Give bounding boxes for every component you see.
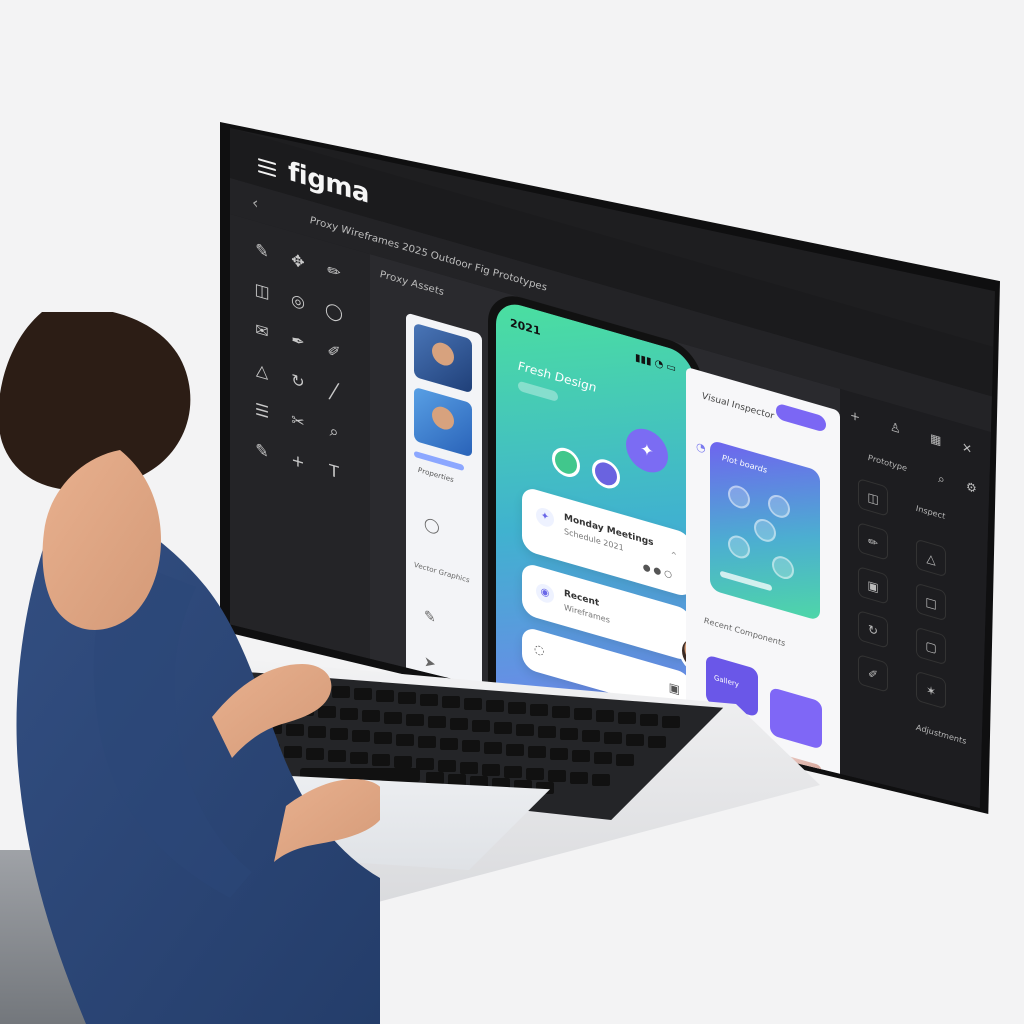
phone-time: 2021: [510, 316, 541, 339]
orb: [772, 553, 794, 582]
panel-label: Vector Graphics: [414, 560, 470, 585]
user-icon[interactable]: ♙: [890, 419, 901, 436]
orb: [754, 516, 776, 545]
preview-label: Plot boards: [722, 453, 768, 475]
avatar-card: [414, 386, 472, 458]
orb: [728, 532, 750, 562]
grid-icon[interactable]: ▦: [930, 431, 941, 448]
tile-label: Gallery: [714, 673, 739, 689]
illustration-scene: figma ‹ Proxy Wireframes 2025 Outdoor Fi…: [0, 0, 1024, 1024]
plus-icon[interactable]: +: [850, 408, 860, 425]
pencil-icon[interactable]: ✎: [424, 608, 436, 627]
refresh-icon: ◌: [534, 641, 545, 659]
close-icon[interactable]: ✕: [962, 440, 972, 457]
info-icon: ◔: [696, 439, 706, 456]
share-icon[interactable]: ✦: [626, 423, 668, 478]
frame-icon[interactable]: ◫: [858, 478, 888, 517]
pencil-icon[interactable]: ✏: [858, 522, 888, 561]
calendar-icon: ✦: [536, 505, 554, 529]
chevron-left-icon[interactable]: ‹: [252, 192, 258, 213]
list-label: Recent Components: [704, 615, 786, 649]
preview-card[interactable]: Plot boards: [710, 439, 820, 622]
circle-icon[interactable]: ◯: [424, 516, 440, 536]
brush-icon[interactable]: ✐: [858, 654, 888, 693]
orb: [728, 482, 750, 512]
pager-dots: ● ● ○: [642, 562, 672, 581]
status-dot: [552, 444, 580, 481]
move-icon[interactable]: ✥: [286, 246, 310, 277]
panel-label: Prototype: [868, 452, 907, 474]
search-icon[interactable]: ⌕: [938, 471, 945, 488]
progress-bar: [720, 570, 772, 592]
layout-icon[interactable]: ▣: [858, 566, 888, 605]
panel-label: Adjustments: [916, 722, 967, 747]
avatar-card: [414, 322, 472, 394]
menu-icon[interactable]: [258, 158, 276, 178]
person: [0, 312, 380, 1024]
gear-icon[interactable]: ⚙: [966, 479, 977, 496]
chevron-up-icon: ⌃: [669, 550, 678, 564]
card-subtitle: Wireframes: [564, 602, 610, 625]
canvas-header: Proxy Assets: [380, 269, 444, 299]
panel-label: Inspect: [916, 503, 946, 522]
shape-icon[interactable]: △: [916, 538, 946, 578]
pen-icon[interactable]: ✎: [250, 236, 274, 267]
copy-icon: ▣: [668, 679, 680, 698]
frame-icon[interactable]: ◫: [250, 276, 274, 307]
panel-title: Visual Inspector: [702, 391, 774, 422]
right-tool-panel: + ♙ ▦ ✕ Prototype ⌕ ⚙ ◫ Inspect ✏ △ ▣ □ …: [840, 388, 995, 808]
square-icon[interactable]: □: [916, 582, 946, 622]
star-icon[interactable]: ✶: [916, 670, 946, 710]
copy-icon[interactable]: ▢: [916, 626, 946, 666]
cursor-icon[interactable]: ➤: [424, 654, 436, 673]
status-icons: ▮▮▮ ◔ ▭: [634, 352, 676, 375]
status-dot: [592, 455, 620, 492]
panel-label: Properties: [418, 465, 454, 485]
pencil-icon[interactable]: ✏: [322, 256, 346, 287]
orb: [768, 492, 790, 521]
phone-chip: [518, 380, 558, 403]
component-tile[interactable]: [770, 686, 822, 750]
user-icon: ◉: [536, 581, 554, 605]
action-pill[interactable]: [776, 402, 826, 433]
rotate-icon[interactable]: ↻: [858, 610, 888, 649]
